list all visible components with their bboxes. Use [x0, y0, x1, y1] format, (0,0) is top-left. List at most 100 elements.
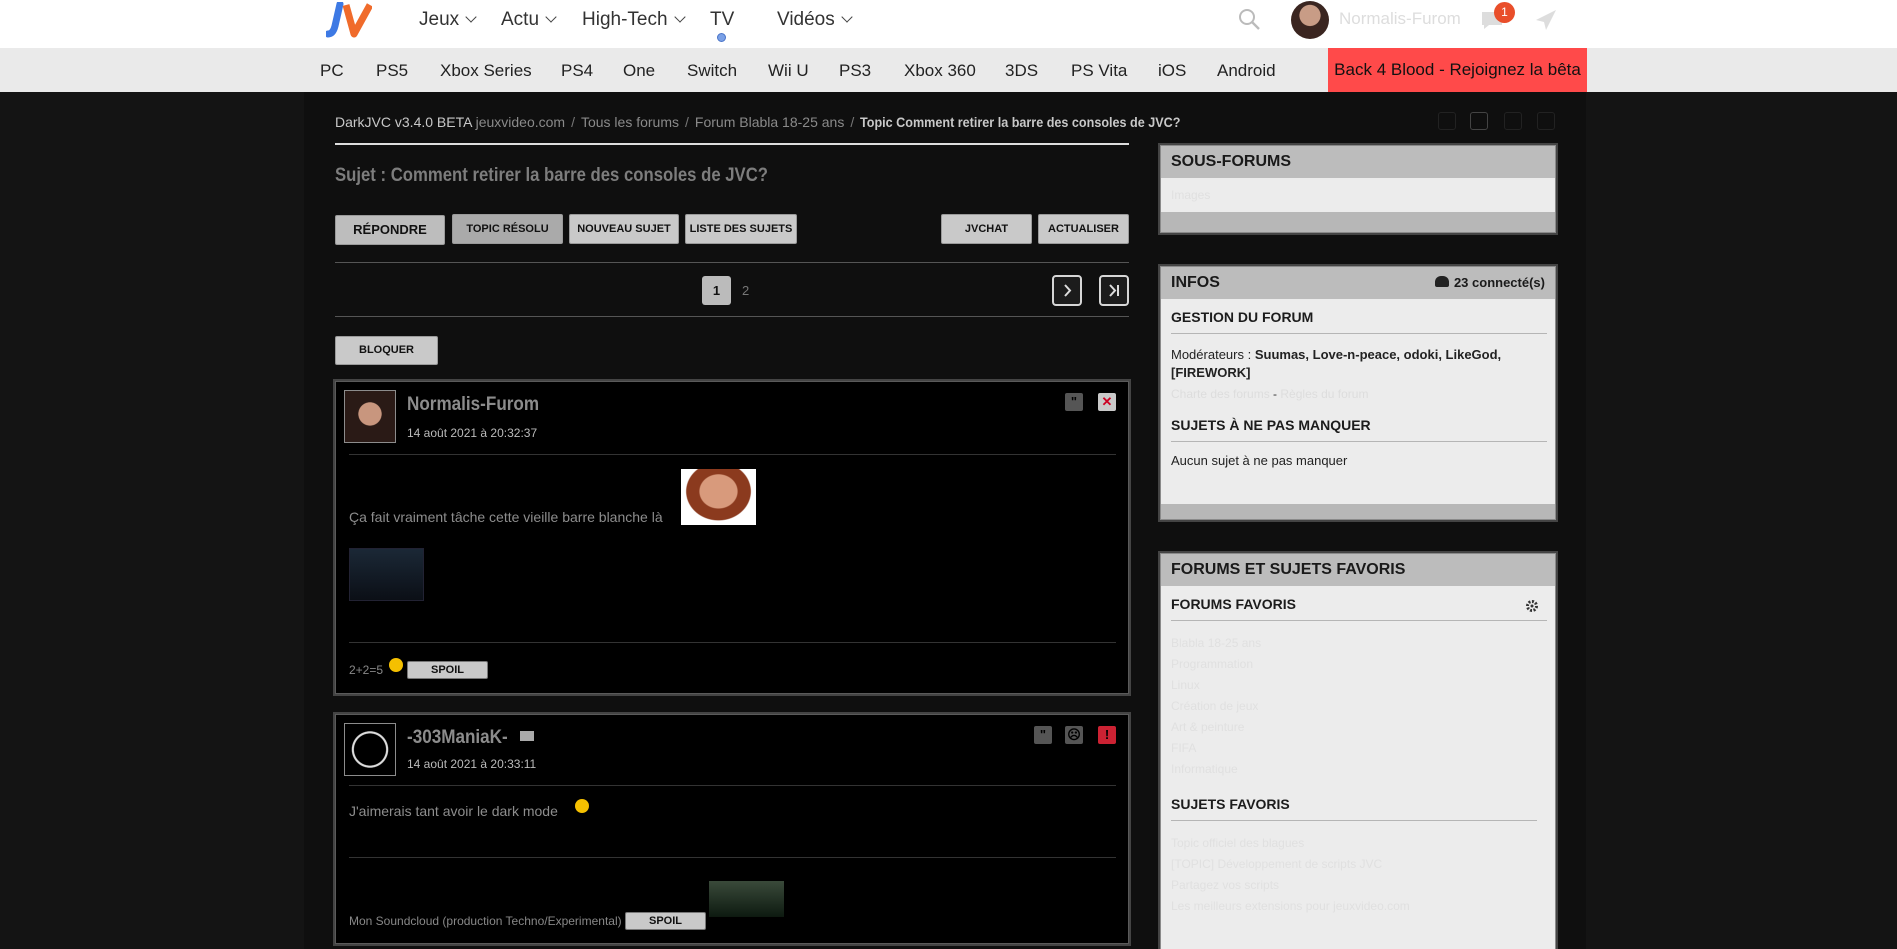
fav-subject[interactable]: Partagez vos scripts	[1171, 878, 1279, 892]
signature-image[interactable]	[709, 881, 784, 917]
console-ps4[interactable]: PS4	[561, 61, 593, 81]
console-switch[interactable]: Switch	[687, 61, 737, 81]
post: -303ManiaK- 14 août 2021 à 20:33:11 " ☹ …	[333, 712, 1131, 946]
new-topic-button[interactable]: Nouveau sujet	[569, 214, 679, 244]
fav-subject[interactable]: [TOPIC] Développement de scripts JVC	[1171, 857, 1382, 871]
console-xbox-series[interactable]: Xbox Series	[440, 61, 532, 81]
notification-badge: 1	[1494, 2, 1515, 23]
connected-count[interactable]: 23 connecté(s)	[1434, 267, 1545, 299]
fav-subject[interactable]: Les meilleurs extensions pour jeuxvideo.…	[1171, 899, 1410, 913]
console-android[interactable]: Android	[1217, 61, 1276, 81]
icon-slot[interactable]	[1438, 112, 1456, 130]
console-wii-u[interactable]: Wii U	[768, 61, 809, 81]
fav-forum[interactable]: FIFA	[1171, 741, 1196, 755]
last-page-icon	[1109, 284, 1119, 297]
crumb-forum[interactable]: Forum Blabla 18-25 ans	[695, 114, 844, 130]
spoil-button[interactable]: SPOIL	[625, 912, 706, 930]
close-icon[interactable]: ✕	[1098, 393, 1116, 411]
jv-logo[interactable]	[326, 2, 372, 38]
page-link[interactable]: 2	[742, 283, 749, 298]
top-navbar: Jeux Actu High-Tech TV Vidéos Normalis-F…	[0, 0, 1897, 48]
nav-videos[interactable]: Vidéos	[777, 9, 853, 31]
favorites-card: FORUMS ET SUJETS FAVORIS FORUMS FAVORIS …	[1158, 551, 1558, 949]
divider	[335, 143, 1129, 145]
username[interactable]: Normalis-Furom	[1339, 9, 1461, 29]
rules-link[interactable]: Règles du forum	[1280, 387, 1368, 401]
user-avatar[interactable]	[1291, 1, 1329, 39]
fav-forum[interactable]: Linux	[1171, 678, 1200, 692]
spoil-button[interactable]: SPOIL	[407, 661, 488, 679]
fav-forum[interactable]: Blabla 18-25 ans	[1171, 636, 1261, 650]
divider	[1171, 441, 1547, 442]
gear-icon[interactable]	[1525, 599, 1539, 613]
fav-forum[interactable]: Création de jeux	[1171, 699, 1258, 713]
post-text: J'aimerais tant avoir le dark mode	[349, 803, 558, 819]
nav-high-tech[interactable]: High-Tech	[582, 9, 686, 31]
crumb-site[interactable]: jeuxvideo.com	[476, 114, 566, 130]
jvchat-button[interactable]: JVChat	[941, 214, 1032, 244]
mail-icon[interactable]	[520, 731, 534, 741]
fav-forum[interactable]: Programmation	[1171, 657, 1253, 671]
quote-icon[interactable]: "	[1065, 393, 1083, 411]
post-avatar[interactable]	[344, 723, 396, 776]
nav-jeux[interactable]: Jeux	[419, 9, 477, 31]
nav-label: Vidéos	[777, 9, 835, 30]
topic-list-button[interactable]: Liste des sujets	[685, 214, 797, 244]
refresh-button[interactable]: Actualiser	[1038, 214, 1129, 244]
breadcrumb: DarkJVC v3.4.0 BETA jeuxvideo.com / Tous l…	[335, 114, 1181, 130]
icon-slot[interactable]	[1504, 112, 1522, 130]
page-current[interactable]: 1	[702, 276, 731, 305]
page-title: Sujet : Comment retirer la barre des con…	[335, 165, 769, 186]
divider	[349, 454, 1116, 455]
nav-actu[interactable]: Actu	[501, 9, 557, 31]
fav-forum[interactable]: Informatique	[1171, 762, 1238, 776]
post-avatar[interactable]	[344, 390, 396, 443]
fav-forum[interactable]: Art & peinture	[1171, 720, 1244, 734]
post: Normalis-Furom 14 août 2021 à 20:32:37 "…	[333, 379, 1131, 696]
console-ios[interactable]: iOS	[1158, 61, 1186, 81]
console-ps-vita[interactable]: PS Vita	[1071, 61, 1127, 81]
chevron-down-icon	[673, 11, 686, 23]
must-text: Aucun sujet à ne pas manquer	[1171, 453, 1348, 468]
console-ps3[interactable]: PS3	[839, 61, 871, 81]
post-author[interactable]: Normalis-Furom	[407, 394, 539, 416]
icon-slot[interactable]	[1537, 112, 1555, 130]
last-page-button[interactable]	[1099, 275, 1129, 306]
post-author[interactable]: -303ManiaK-	[407, 727, 508, 749]
subforum-link[interactable]: Images	[1171, 188, 1210, 202]
quote-icon[interactable]: "	[1034, 726, 1052, 744]
block-button[interactable]: Bloquer	[335, 336, 438, 365]
search-icon[interactable]	[1238, 8, 1260, 30]
nav-tv[interactable]: TV	[710, 9, 734, 31]
alert-icon[interactable]: !	[1098, 726, 1116, 744]
promo-banner[interactable]: Back 4 Blood - Rejoignez la bêta	[1328, 48, 1587, 92]
divider	[349, 785, 1116, 786]
sticker-image[interactable]	[681, 469, 756, 525]
nav-label: High-Tech	[582, 9, 668, 30]
console-3ds[interactable]: 3DS	[1005, 61, 1038, 81]
console-pc[interactable]: PC	[320, 61, 344, 81]
post-signature: 2+2=5	[349, 663, 384, 677]
rocket-icon[interactable]	[1470, 112, 1488, 130]
screenshot-thumbnail[interactable]	[349, 548, 424, 601]
charter-link[interactable]: Charte des forums	[1171, 387, 1270, 401]
rocket-icon[interactable]	[1534, 8, 1558, 32]
divider	[349, 857, 1116, 858]
post-date[interactable]: 14 août 2021 à 20:32:37	[407, 426, 537, 440]
crumb-app[interactable]: DarkJVC v3.4.0 BETA	[335, 114, 472, 130]
crumb-forums[interactable]: Tous les forums	[581, 114, 679, 130]
moderators: Modérateurs : Suumas, Love-n-peace, odok…	[1171, 346, 1531, 382]
next-page-button[interactable]	[1052, 275, 1082, 306]
nav-label: Jeux	[419, 9, 460, 30]
post-text: Ça fait vraiment tâche cette vieille bar…	[349, 509, 663, 525]
frown-icon[interactable]: ☹	[1065, 726, 1083, 744]
console-ps5[interactable]: PS5	[376, 61, 408, 81]
link-sep: -	[1269, 387, 1281, 401]
fav-subject[interactable]: Topic officiel des blagues	[1171, 836, 1304, 850]
console-one[interactable]: One	[623, 61, 655, 81]
section-title: SUJETS FAVORIS	[1171, 796, 1290, 812]
topic-resolved-button[interactable]: Topic résolu	[452, 214, 563, 244]
post-date[interactable]: 14 août 2021 à 20:33:11	[407, 757, 536, 771]
reply-button[interactable]: Répondre	[335, 215, 445, 245]
console-xbox-360[interactable]: Xbox 360	[904, 61, 976, 81]
